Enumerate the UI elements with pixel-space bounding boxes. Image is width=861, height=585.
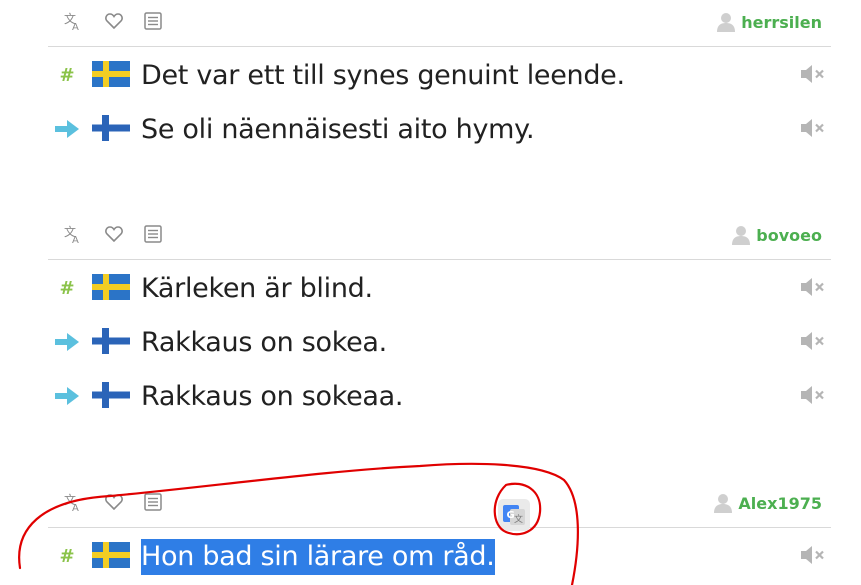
svg-text:A: A [72,22,79,31]
speaker-muted-icon[interactable] [799,275,827,299]
google-translate-icon: G 文 [503,505,525,525]
svg-text:文: 文 [514,513,523,525]
user-icon [717,13,736,32]
sentence-text[interactable]: Kärleken är blind. [141,271,373,307]
sentence-row: # Kärleken är blind. [48,261,831,315]
sentence-text[interactable]: Se oli näennäisesti aito hymy. [141,112,535,148]
sentence-row: # Hon bad sin lärare om råd. [48,529,831,583]
sweden-flag-icon [92,61,130,87]
selected-sentence-text[interactable]: Hon bad sin lärare om råd. [141,539,495,575]
hash-icon[interactable]: # [54,544,80,568]
owner-user-link[interactable]: Alex1975 [714,492,822,514]
translation-row: Rakkaus on sokeaa. [48,369,831,423]
sentence-card: 文A herrsilen # Det var ett till synes ge… [48,0,831,145]
speaker-muted-icon[interactable] [799,383,827,407]
list-icon[interactable] [143,492,163,512]
speaker-muted-icon[interactable] [799,62,827,86]
heart-icon[interactable] [104,11,124,31]
sentence-text[interactable]: Rakkaus on sokea. [141,325,387,361]
card-toolbar: 文A bovoeo [48,213,831,260]
finland-flag-icon [92,115,130,141]
arrow-right-icon[interactable] [54,117,80,141]
svg-text:A: A [72,503,79,512]
user-icon [732,226,751,245]
heart-icon[interactable] [104,492,124,512]
arrow-right-icon[interactable] [54,330,80,354]
sentence-text[interactable]: Rakkaus on sokeaa. [141,379,403,415]
hash-icon[interactable]: # [54,276,80,300]
sentence-text[interactable]: Det var ett till synes genuint leende. [141,58,625,94]
hash-icon[interactable]: # [54,63,80,87]
heart-icon[interactable] [104,224,124,244]
list-icon[interactable] [143,11,163,31]
speaker-muted-icon[interactable] [799,116,827,140]
speaker-muted-icon[interactable] [799,329,827,353]
list-icon[interactable] [143,224,163,244]
translate-icon[interactable]: 文A [63,11,83,31]
sweden-flag-icon [92,542,130,568]
owner-user-link[interactable]: bovoeo [732,224,822,246]
svg-text:A: A [72,235,79,244]
speaker-muted-icon[interactable] [799,543,827,567]
sentence-row: # Det var ett till synes genuint leende. [48,48,831,102]
sweden-flag-icon [92,274,130,300]
owner-username[interactable]: bovoeo [756,226,822,245]
card-toolbar: 文A Alex1975 [48,481,831,528]
sentence-list-page: 文A herrsilen # Det var ett till synes ge… [0,0,861,585]
translate-icon[interactable]: 文A [63,224,83,244]
user-icon [714,494,733,513]
finland-flag-icon [92,328,130,354]
sentence-card: 文A bovoeo # Kärleken är blind. Rakkaus o… [48,213,831,412]
google-translate-button[interactable]: G 文 [498,499,530,531]
owner-username[interactable]: Alex1975 [738,494,822,513]
translation-row: Se oli näennäisesti aito hymy. [48,102,831,156]
owner-user-link[interactable]: herrsilen [717,11,822,33]
card-toolbar: 文A herrsilen [48,0,831,47]
finland-flag-icon [92,382,130,408]
translation-row: Rakkaus on sokea. [48,315,831,369]
translate-icon[interactable]: 文A [63,492,83,512]
arrow-right-icon[interactable] [54,384,80,408]
sentence-card: 文A Alex1975 # Hon bad sin lärare om råd. [48,481,831,575]
owner-username[interactable]: herrsilen [741,13,822,32]
